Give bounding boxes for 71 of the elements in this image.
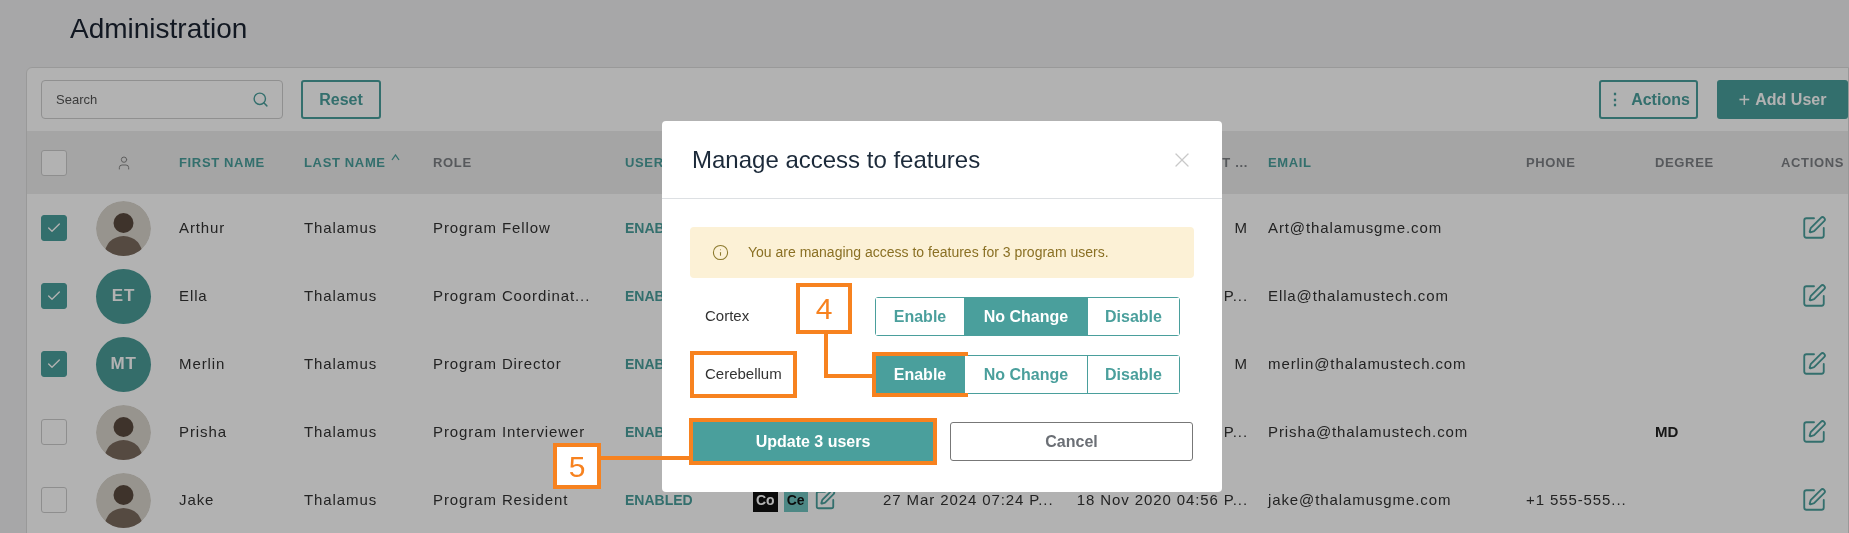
table-cell-text: Art@thalamusgme.com <box>1268 217 1443 238</box>
search-field[interactable]: Search <box>41 80 283 119</box>
add-user-button[interactable]: + Add User <box>1717 80 1848 119</box>
column-header: ACTIONS <box>1781 153 1845 172</box>
checkbox[interactable] <box>41 351 67 377</box>
status-label: ENABLED <box>625 490 693 510</box>
table-cell-text: Program Coordinat... <box>433 285 591 306</box>
table-cell-text: P... <box>1223 285 1248 306</box>
option-button[interactable]: Disable <box>1087 298 1179 335</box>
cancel-button[interactable]: Cancel <box>950 422 1193 461</box>
table-cell-text: Thalamus <box>304 353 378 374</box>
table-cell-text: 27 Mar 2024 07:24 P... <box>883 489 1054 510</box>
column-header: PHONE <box>1526 153 1576 172</box>
table-cell-text: P... <box>1223 421 1248 442</box>
callout: 5 <box>553 443 601 489</box>
edit-icon[interactable] <box>1801 215 1827 241</box>
table-cell-text: Program Fellow <box>433 217 551 238</box>
edit-icon[interactable] <box>1801 487 1827 513</box>
table-cell-text: Prisha@thalamustech.com <box>1268 421 1469 442</box>
sort-icon <box>390 153 400 161</box>
table-cell-text: M <box>1234 353 1248 374</box>
table-cell-text: Thalamus <box>304 489 378 510</box>
avatar: ET <box>96 268 151 324</box>
column-header: ROLE <box>433 153 472 172</box>
checkbox[interactable] <box>41 283 67 309</box>
edit-icon[interactable] <box>1801 283 1827 309</box>
checkbox[interactable] <box>41 149 67 176</box>
notice-text: You are managing access to features for 3 program users. <box>748 243 1109 262</box>
callout: 4 <box>796 283 852 334</box>
page-title: Administration <box>70 12 249 46</box>
search-icon <box>252 91 269 108</box>
table-cell-text: Program Interviewer <box>433 421 586 442</box>
checkbox[interactable] <box>41 215 67 241</box>
feature-label: Cortex <box>704 306 751 327</box>
checkbox[interactable] <box>41 419 67 445</box>
table-cell-text: MD <box>1655 421 1679 442</box>
table-cell-text: Thalamus <box>304 285 378 306</box>
column-header: T ... <box>1222 153 1248 172</box>
actions-button[interactable]: ⋮ Actions <box>1599 80 1698 119</box>
table-cell-text: jake@thalamusgme.com <box>1268 489 1452 510</box>
table-cell-text: +1 555-555... <box>1526 489 1627 510</box>
leader-line <box>822 334 874 380</box>
table-cell-text: Program Director <box>433 353 562 374</box>
reset-button[interactable]: Reset <box>301 80 381 119</box>
checkbox[interactable] <box>41 487 67 513</box>
table-cell-text: Thalamus <box>304 217 378 238</box>
feature-label: Cerebellum <box>690 351 797 398</box>
avatar: MT <box>96 336 151 392</box>
table-cell-text: Jake <box>179 489 215 510</box>
table-cell-text: Arthur <box>179 217 226 238</box>
dialog-title: Manage access to features <box>692 144 981 175</box>
table-cell-text: Ella <box>179 285 208 306</box>
table-cell-text: Thalamus <box>304 421 378 442</box>
column-header[interactable]: LAST NAME <box>304 152 400 173</box>
table-cell-text: Program Resident <box>433 489 569 510</box>
table-cell-text: Merlin <box>179 353 226 374</box>
info-icon <box>712 244 729 261</box>
edit-icon[interactable] <box>813 489 836 511</box>
column-header[interactable]: EMAIL <box>1268 152 1312 173</box>
table-cell-text: Ella@thalamustech.com <box>1268 285 1449 306</box>
table-cell-text: Prisha <box>179 421 227 442</box>
edit-icon[interactable] <box>1801 351 1827 377</box>
column-header[interactable]: USER <box>625 152 664 173</box>
option-button[interactable]: No Change <box>964 298 1087 335</box>
table-cell-text: 18 Nov 2020 04:56 P... <box>1076 489 1248 510</box>
column-header: DEGREE <box>1655 153 1714 172</box>
table-cell-text: M <box>1234 217 1248 238</box>
column-header[interactable]: FIRST NAME <box>179 152 265 173</box>
table-cell-text: merlin@thalamustech.com <box>1268 353 1467 374</box>
edit-icon[interactable] <box>1801 419 1827 445</box>
option-button[interactable]: Disable <box>1087 356 1179 393</box>
